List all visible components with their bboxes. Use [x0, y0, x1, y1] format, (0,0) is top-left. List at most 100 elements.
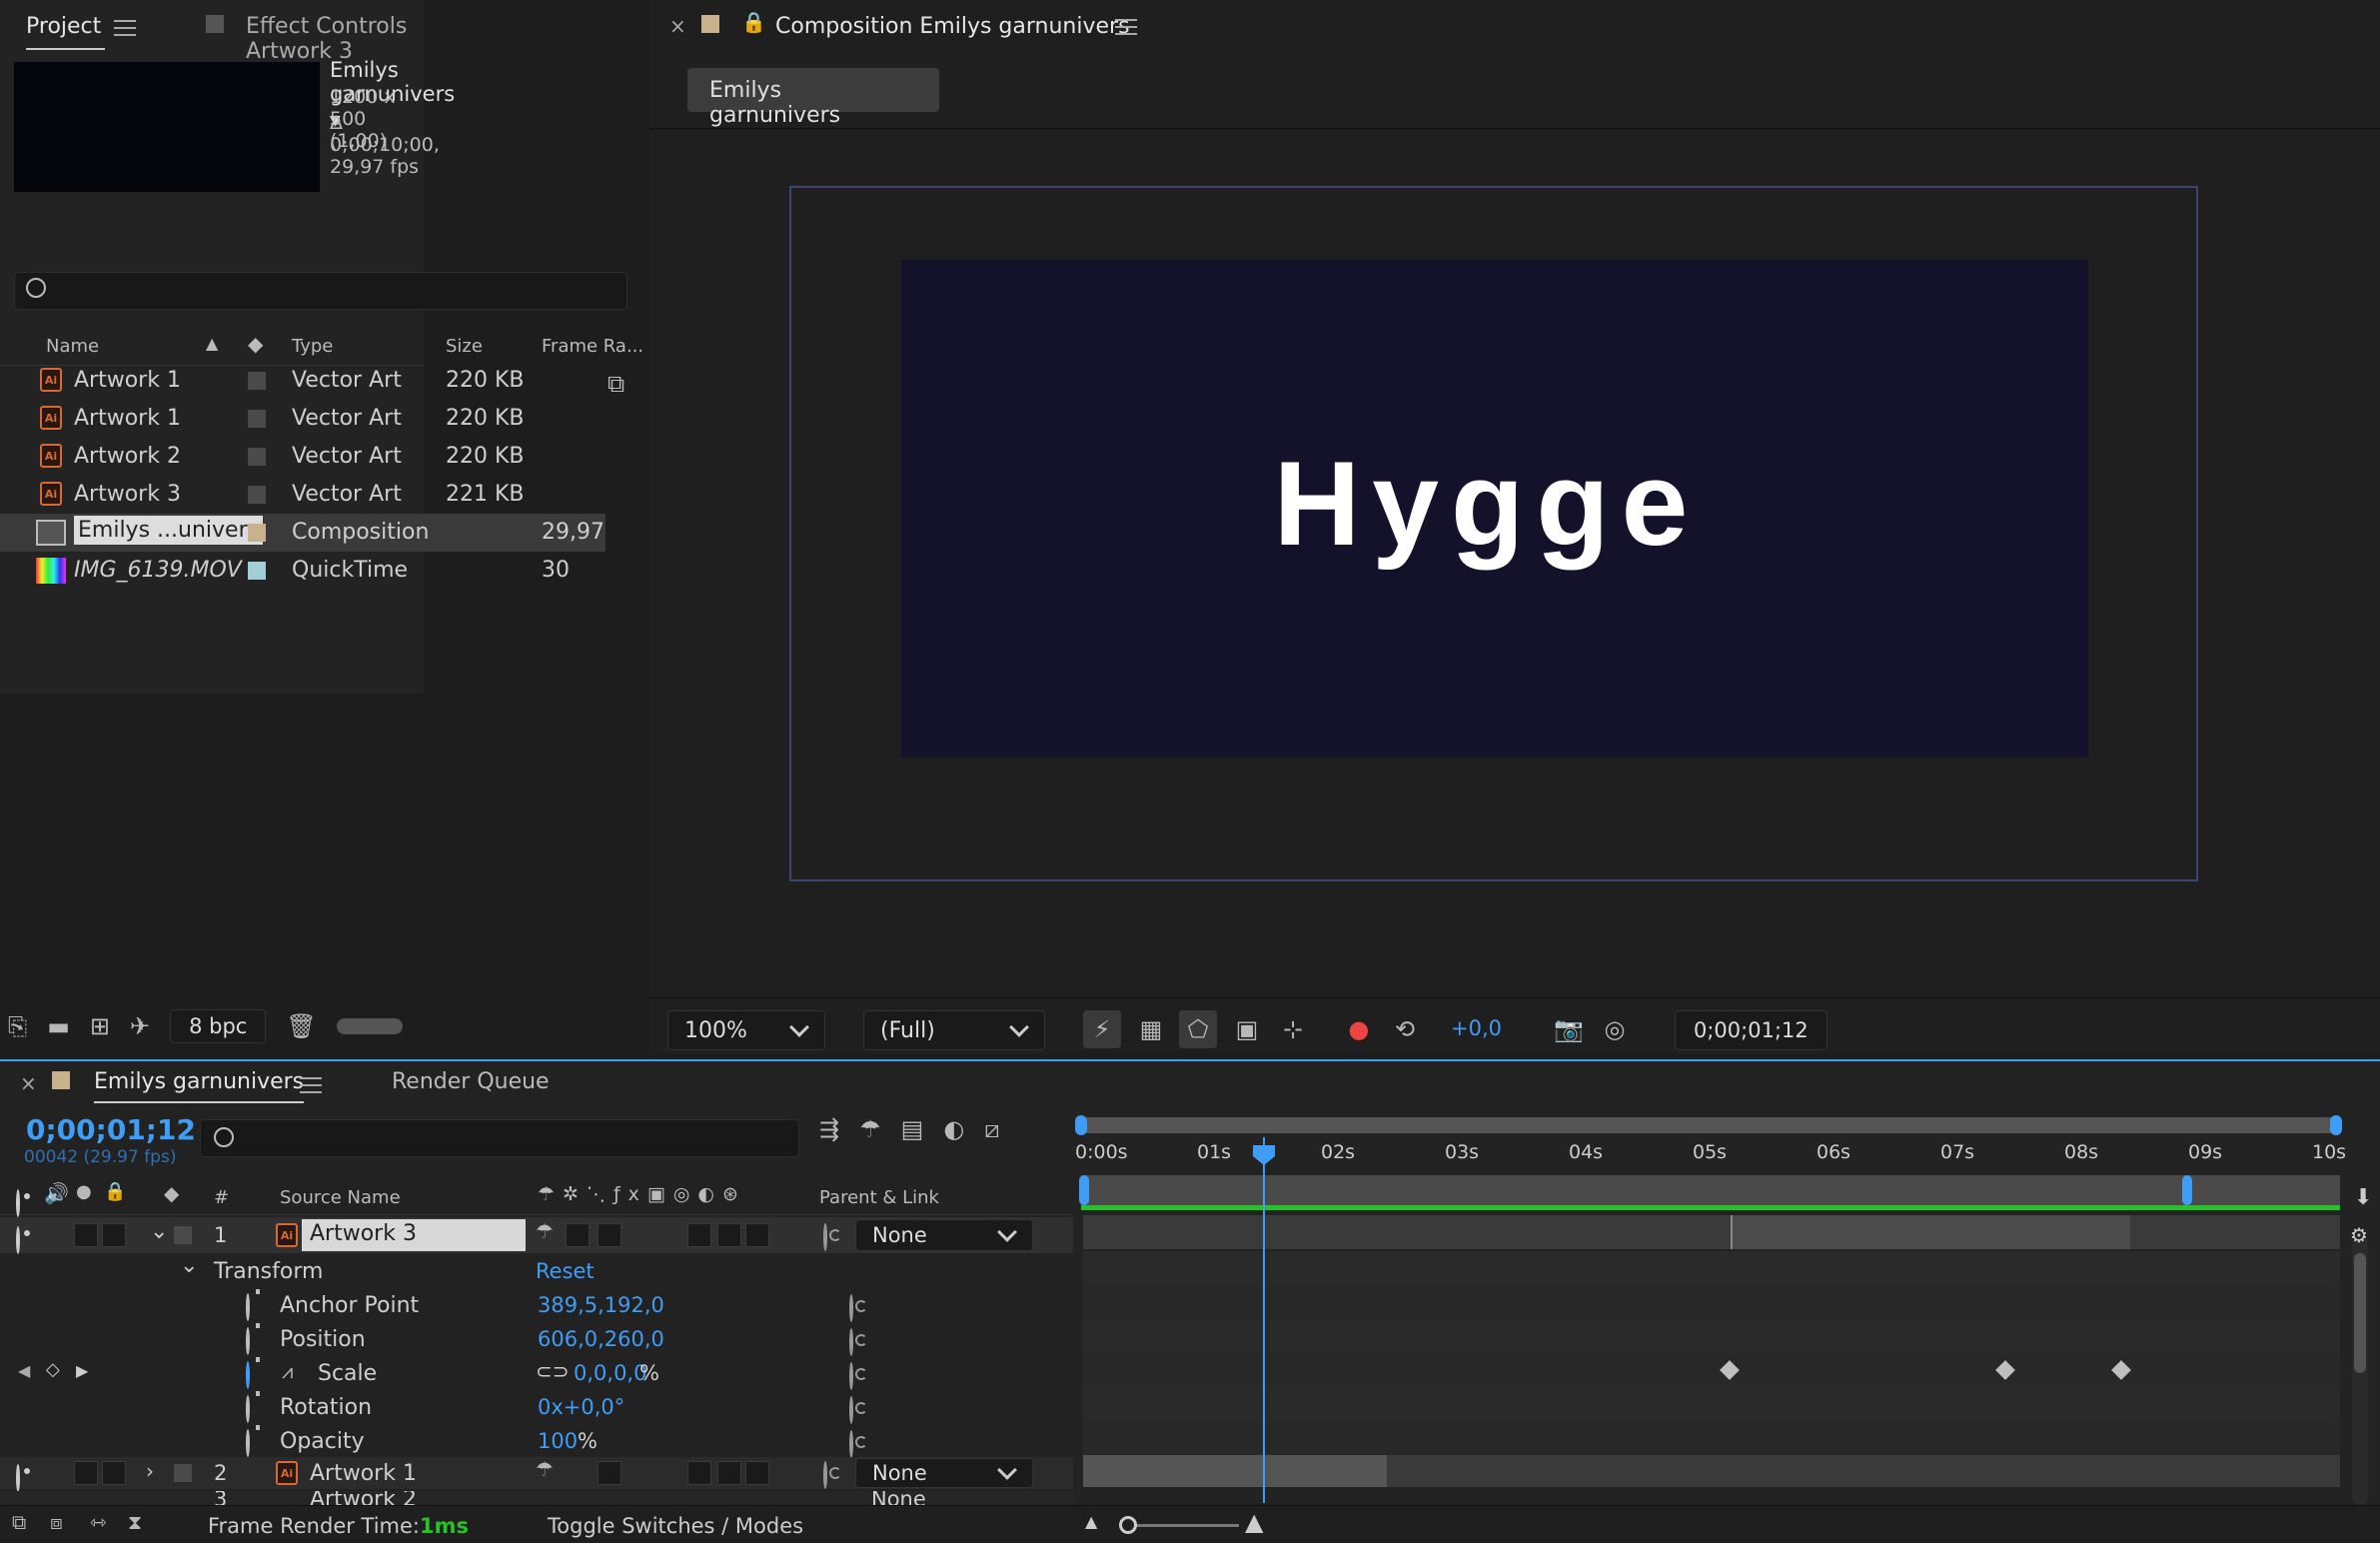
- work-area-end[interactable]: [2182, 1175, 2192, 1205]
- layer-switches-icon[interactable]: ⧉: [12, 1512, 26, 1532]
- close-icon[interactable]: ×: [20, 1071, 37, 1095]
- navigator-end-handle[interactable]: [2330, 1115, 2342, 1135]
- exposure-value[interactable]: +0,0: [1451, 1016, 1502, 1040]
- audio-switch[interactable]: [74, 1223, 98, 1247]
- stopwatch-icon[interactable]: [246, 1293, 250, 1321]
- flowchart-icon[interactable]: ⧉: [607, 370, 624, 398]
- header-size[interactable]: Size: [446, 336, 483, 357]
- label-color-icon[interactable]: [248, 410, 266, 428]
- draft-3d-icon[interactable]: ☂: [859, 1117, 881, 1141]
- stopwatch-icon[interactable]: [246, 1361, 250, 1389]
- pickwhip-icon[interactable]: [849, 1294, 853, 1322]
- playhead-line[interactable]: [1263, 1137, 1265, 1503]
- reset-exposure-icon[interactable]: ⟲: [1387, 1010, 1423, 1048]
- header-source-name[interactable]: Source Name: [280, 1187, 401, 1208]
- solo-icon[interactable]: ●: [76, 1183, 92, 1201]
- grid-guides-icon[interactable]: ⊹: [1275, 1010, 1311, 1048]
- color-channels-icon[interactable]: ●: [1341, 1010, 1377, 1048]
- timeline-scroll-thumb[interactable]: [2354, 1253, 2366, 1373]
- keyframe-diamond[interactable]: [1720, 1360, 1740, 1380]
- new-folder-icon[interactable]: ▬: [47, 1014, 70, 1038]
- render-time-icon[interactable]: ⧗: [128, 1512, 142, 1532]
- keyframe-diamond[interactable]: [1995, 1360, 2015, 1380]
- reset-link[interactable]: Reset: [536, 1259, 595, 1283]
- property-row[interactable]: Rotation 0x+0,0°: [0, 1391, 1073, 1425]
- zoom-in-icon[interactable]: ▲: [1245, 1508, 1263, 1536]
- graph-icon[interactable]: ⩘: [282, 1359, 293, 1383]
- property-row[interactable]: Position 606,0,260,0: [0, 1323, 1073, 1357]
- trash-icon[interactable]: 🗑: [286, 1014, 316, 1038]
- zoom-out-icon[interactable]: ▲: [1085, 1512, 1097, 1531]
- camera-snapshot-icon[interactable]: 📷: [1551, 1010, 1587, 1048]
- effect-controls-tab[interactable]: Effect Controls Artwork 3: [246, 14, 424, 64]
- navigator-start-handle[interactable]: [1075, 1115, 1087, 1135]
- quality-switch[interactable]: [566, 1223, 590, 1247]
- render-queue-tab[interactable]: Render Queue: [392, 1069, 550, 1094]
- eye-icon[interactable]: [16, 1189, 20, 1217]
- layer-row-2[interactable]: › 2 Ai Artwork 1 ☂ None: [0, 1457, 1073, 1492]
- project-item-selected[interactable]: Emilys ...univers Composition 29,97: [0, 514, 605, 552]
- property-value[interactable]: 0x+0,0°: [538, 1395, 624, 1419]
- lock-switch[interactable]: [102, 1223, 126, 1247]
- pickwhip-icon[interactable]: [823, 1461, 827, 1489]
- render-icon[interactable]: ✈: [130, 1014, 150, 1038]
- composition-menu-icon[interactable]: [1115, 19, 1137, 35]
- stopwatch-icon[interactable]: [246, 1429, 250, 1457]
- work-area-bar[interactable]: [1081, 1175, 2340, 1205]
- track-layer-1[interactable]: [1083, 1215, 2340, 1249]
- zoom-dropdown[interactable]: 100%: [667, 1010, 825, 1050]
- chevron-right-icon[interactable]: ›: [146, 1459, 154, 1483]
- eye-icon[interactable]: [16, 1464, 20, 1492]
- property-row-scale[interactable]: ◀ ◇ ▶ ⩘ Scale ⊂⊃ 0,0,0,0 %: [0, 1357, 1073, 1391]
- parent-dropdown[interactable]: None: [855, 1219, 1033, 1251]
- chevron-down-icon[interactable]: ⌄: [150, 1219, 168, 1244]
- close-icon[interactable]: ×: [669, 14, 686, 38]
- project-search-input[interactable]: [14, 272, 627, 310]
- timeline-graph[interactable]: 0:00s 01s 02s 03s 04s 05s 06s 07s 08s 09…: [1073, 1115, 2380, 1505]
- track-layer-2[interactable]: [1083, 1455, 2340, 1487]
- pickwhip-icon[interactable]: [849, 1396, 853, 1424]
- label-color-icon[interactable]: [248, 486, 266, 504]
- fast-previews-icon[interactable]: ⚡: [1083, 1010, 1121, 1048]
- composition-tab[interactable]: Composition Emilys garnunivers: [775, 14, 1130, 39]
- parent-dropdown[interactable]: None: [855, 1458, 1033, 1488]
- constrain-link-icon[interactable]: ⊂⊃: [536, 1359, 570, 1383]
- label-color-icon[interactable]: [248, 372, 266, 390]
- project-item[interactable]: Ai Artwork 2 Vector Art 220 KB: [0, 438, 605, 476]
- property-value[interactable]: 100: [538, 1429, 578, 1453]
- stopwatch-icon[interactable]: [246, 1327, 250, 1355]
- in-out-icon[interactable]: ⇿: [90, 1512, 107, 1532]
- time-navigator[interactable]: [1081, 1117, 2336, 1133]
- layer-bar-segment[interactable]: [1083, 1455, 1387, 1487]
- header-type[interactable]: Type: [292, 336, 333, 357]
- transfer-controls-icon[interactable]: ⧈: [50, 1512, 63, 1532]
- mask-path-icon[interactable]: ⬠: [1179, 1010, 1217, 1048]
- project-header-frame-rate[interactable]: Frame Ra...: [542, 336, 643, 357]
- current-time-display[interactable]: 0;00;01;12: [26, 1113, 196, 1146]
- next-keyframe-icon[interactable]: ▶: [76, 1361, 88, 1380]
- graph-editor-icon[interactable]: ⧄: [984, 1117, 999, 1141]
- chevron-down-icon[interactable]: ⌄: [180, 1253, 198, 1278]
- layer-bar-segment[interactable]: [1731, 1215, 2130, 1249]
- label-color-icon[interactable]: [174, 1226, 192, 1244]
- zoom-slider-handle[interactable]: [1119, 1516, 1137, 1534]
- layer-name[interactable]: Artwork 3: [302, 1219, 526, 1251]
- adjustment-switch[interactable]: [745, 1223, 769, 1247]
- property-value[interactable]: 389,5,192,0: [538, 1293, 664, 1317]
- zoom-slider[interactable]: [1123, 1524, 1239, 1527]
- audio-switch[interactable]: [74, 1461, 98, 1485]
- collapse-switch-icon[interactable]: ☂: [536, 1221, 554, 1241]
- project-menu-icon[interactable]: [114, 20, 136, 36]
- label-tag-icon[interactable]: ◆: [164, 1183, 179, 1203]
- lock-icon[interactable]: 🔒: [104, 1183, 126, 1201]
- property-row[interactable]: Opacity 100 %: [0, 1425, 1073, 1459]
- frame-blend-switch[interactable]: [687, 1223, 711, 1247]
- composition-canvas[interactable]: Hygge: [901, 260, 2088, 758]
- work-area-start[interactable]: [1079, 1175, 1089, 1205]
- project-item[interactable]: Ai Artwork 1 Vector Art 220 KB: [0, 400, 605, 438]
- label-color-icon[interactable]: [248, 448, 266, 466]
- header-parent-link[interactable]: Parent & Link: [819, 1187, 939, 1208]
- pickwhip-icon[interactable]: [849, 1328, 853, 1356]
- frame-blending-icon[interactable]: ▤: [901, 1117, 924, 1141]
- audio-icon[interactable]: 🔊: [44, 1183, 69, 1203]
